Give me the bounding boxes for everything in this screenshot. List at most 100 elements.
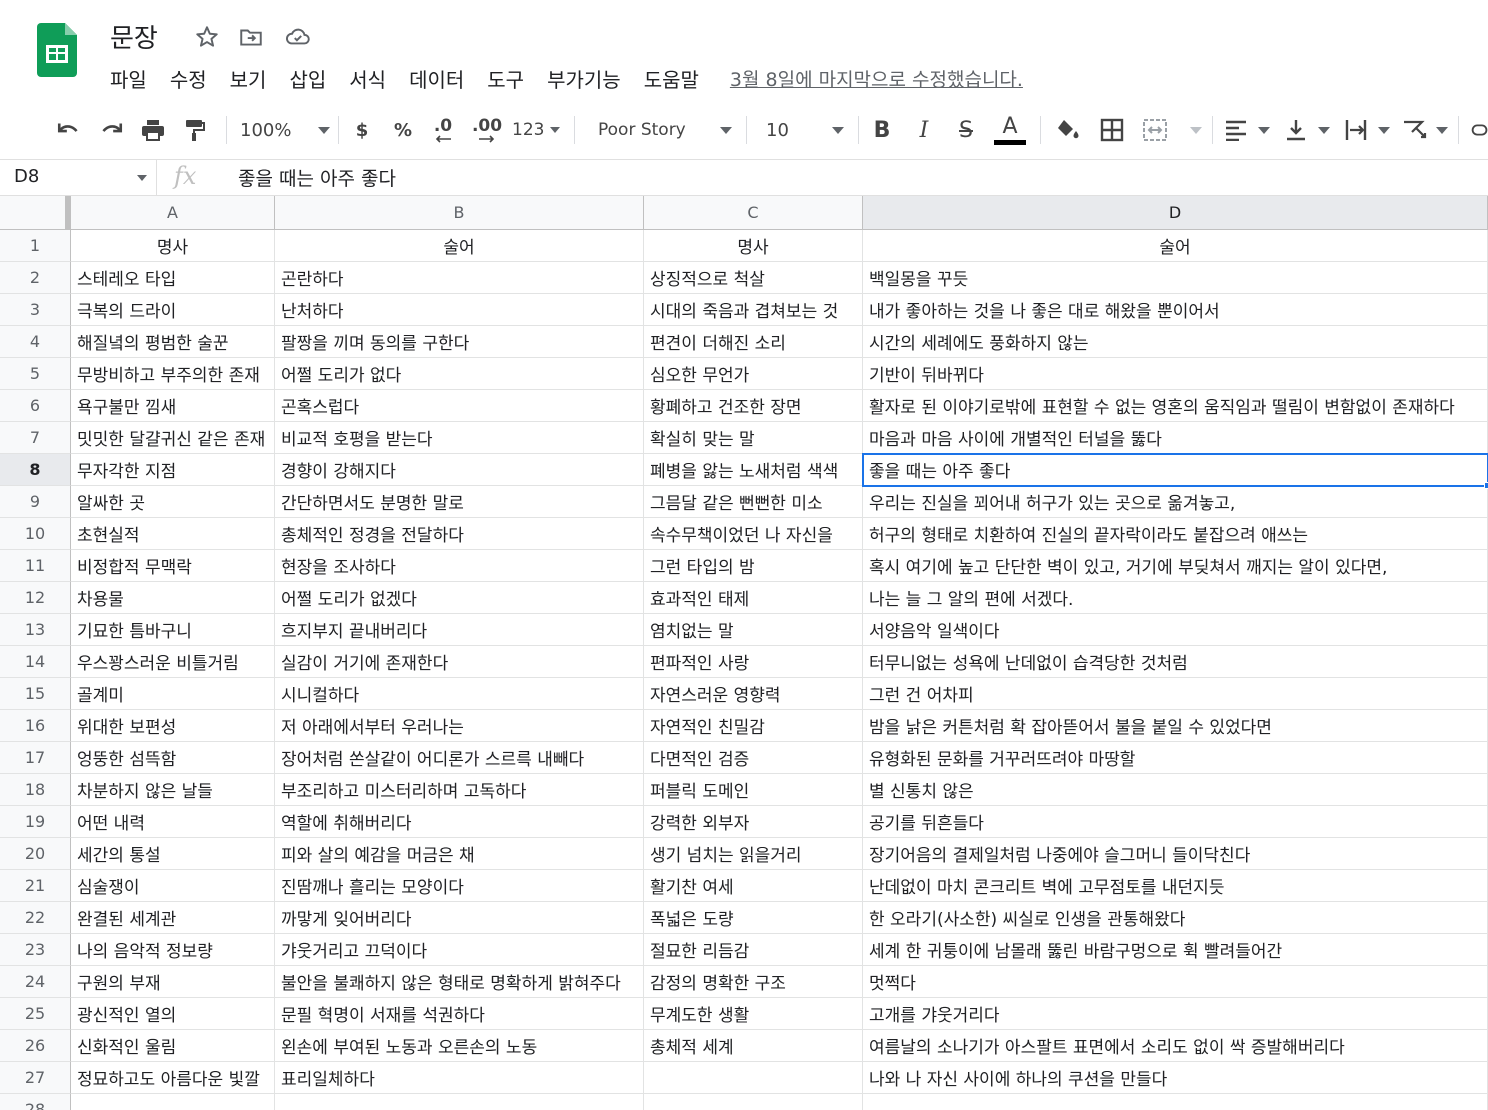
- horizontal-align-button[interactable]: [1224, 114, 1270, 146]
- row-header-5[interactable]: 5: [0, 358, 71, 390]
- row-header-24[interactable]: 24: [0, 966, 71, 998]
- decrease-decimal-button[interactable]: .0: [428, 114, 458, 146]
- row-header-16[interactable]: 16: [0, 710, 71, 742]
- cell-a12[interactable]: 차용물: [71, 582, 275, 614]
- cell-d20[interactable]: 장기어음의 결제일처럼 나중에야 슬그머니 들이닥친다: [863, 838, 1488, 870]
- cell-d5[interactable]: 기반이 뒤바뀌다: [863, 358, 1488, 390]
- cell-a9[interactable]: 알싸한 곳: [71, 486, 275, 518]
- row-header-22[interactable]: 22: [0, 902, 71, 934]
- last-edit-link[interactable]: 3월 8일에 마지막으로 수정했습니다.: [730, 65, 1023, 92]
- cell-c24[interactable]: 감정의 명확한 구조: [644, 966, 863, 998]
- column-header-a[interactable]: A: [71, 196, 275, 230]
- cell-b4[interactable]: 팔짱을 끼며 동의를 구한다: [275, 326, 644, 358]
- cell-b24[interactable]: 불안을 불쾌하지 않은 형태로 명확하게 밝혀주다: [275, 966, 644, 998]
- cell-d25[interactable]: 고개를 갸웃거리다: [863, 998, 1488, 1030]
- document-title[interactable]: 문장: [110, 18, 158, 55]
- cell-d1[interactable]: 술어: [863, 230, 1488, 262]
- bold-button[interactable]: B: [870, 114, 894, 146]
- row-header-10[interactable]: 10: [0, 518, 71, 550]
- cell-b11[interactable]: 현장을 조사하다: [275, 550, 644, 582]
- cell-d21[interactable]: 난데없이 마치 콘크리트 벽에 고무점토를 내던지듯: [863, 870, 1488, 902]
- cell-b1[interactable]: 술어: [275, 230, 644, 262]
- cell-d24[interactable]: 멋쩍다: [863, 966, 1488, 998]
- menu-data[interactable]: 데이터: [409, 64, 464, 93]
- cell-c4[interactable]: 편견이 더해진 소리: [644, 326, 863, 358]
- row-header-9[interactable]: 9: [0, 486, 71, 518]
- cell-c23[interactable]: 절묘한 리듬감: [644, 934, 863, 966]
- cell-b22[interactable]: 까맣게 잊어버리다: [275, 902, 644, 934]
- cell-c13[interactable]: 염치없는 말: [644, 614, 863, 646]
- cell-b20[interactable]: 피와 살의 예감을 머금은 채: [275, 838, 644, 870]
- cell-a10[interactable]: 초현실적: [71, 518, 275, 550]
- cell-a7[interactable]: 밋밋한 달걀귀신 같은 존재: [71, 422, 275, 454]
- cell-d17[interactable]: 유형화된 문화를 거꾸러뜨려야 마땅할: [863, 742, 1488, 774]
- zoom-select[interactable]: 100%: [240, 114, 330, 146]
- cell-c15[interactable]: 자연스러운 영향력: [644, 678, 863, 710]
- row-header-6[interactable]: 6: [0, 390, 71, 422]
- select-all-corner[interactable]: [0, 196, 71, 230]
- fill-handle[interactable]: [1484, 482, 1488, 489]
- cell-c11[interactable]: 그런 타입의 밤: [644, 550, 863, 582]
- row-header-2[interactable]: 2: [0, 262, 71, 294]
- undo-icon[interactable]: [54, 114, 84, 146]
- name-box[interactable]: D8: [0, 160, 157, 196]
- cell-d9[interactable]: 우리는 진실을 꾀어내 허구가 있는 곳으로 옮겨놓고,: [863, 486, 1488, 518]
- cell-a17[interactable]: 엉뚱한 섬뜩함: [71, 742, 275, 774]
- row-header-27[interactable]: 27: [0, 1062, 71, 1094]
- cell-d12[interactable]: 나는 늘 그 알의 편에 서겠다.: [863, 582, 1488, 614]
- cell-a25[interactable]: 광신적인 열의: [71, 998, 275, 1030]
- print-icon[interactable]: [138, 114, 168, 146]
- cloud-saved-icon[interactable]: [284, 24, 310, 50]
- cell-a6[interactable]: 욕구불만 낌새: [71, 390, 275, 422]
- cell-c3[interactable]: 시대의 죽음과 겹쳐보는 것: [644, 294, 863, 326]
- cell-b3[interactable]: 난처하다: [275, 294, 644, 326]
- cell-c5[interactable]: 심오한 무언가: [644, 358, 863, 390]
- row-header-7[interactable]: 7: [0, 422, 71, 454]
- cell-d28[interactable]: [863, 1094, 1488, 1110]
- row-header-17[interactable]: 17: [0, 742, 71, 774]
- text-rotate-button[interactable]: [1402, 114, 1448, 146]
- row-header-14[interactable]: 14: [0, 646, 71, 678]
- vertical-align-button[interactable]: [1284, 114, 1330, 146]
- row-header-21[interactable]: 21: [0, 870, 71, 902]
- row-header-26[interactable]: 26: [0, 1030, 71, 1062]
- row-header-1[interactable]: 1: [0, 230, 71, 262]
- cell-c14[interactable]: 편파적인 사랑: [644, 646, 863, 678]
- row-header-15[interactable]: 15: [0, 678, 71, 710]
- cell-d7[interactable]: 마음과 마음 사이에 개별적인 터널을 뚫다: [863, 422, 1488, 454]
- cell-a23[interactable]: 나의 음악적 정보량: [71, 934, 275, 966]
- cell-d23[interactable]: 세계 한 귀퉁이에 남몰래 뚫린 바람구멍으로 휙 빨려들어간: [863, 934, 1488, 966]
- cell-c8[interactable]: 폐병을 앓는 노새처럼 색색: [644, 454, 863, 486]
- redo-icon[interactable]: [96, 114, 126, 146]
- cell-d6[interactable]: 활자로 된 이야기로밖에 표현할 수 없는 영혼의 움직임과 떨림이 변함없이 …: [863, 390, 1488, 422]
- menu-help[interactable]: 도움말: [644, 64, 699, 93]
- column-header-c[interactable]: C: [644, 196, 863, 230]
- cell-c12[interactable]: 효과적인 태제: [644, 582, 863, 614]
- menu-insert[interactable]: 삽입: [289, 64, 326, 93]
- cell-b21[interactable]: 진땀깨나 흘리는 모양이다: [275, 870, 644, 902]
- cell-b10[interactable]: 총체적인 정경을 전달하다: [275, 518, 644, 550]
- cell-c22[interactable]: 폭넓은 도량: [644, 902, 863, 934]
- paint-format-icon[interactable]: [180, 114, 210, 146]
- cell-c20[interactable]: 생기 넘치는 읽을거리: [644, 838, 863, 870]
- cell-b23[interactable]: 갸웃거리고 끄덕이다: [275, 934, 644, 966]
- row-header-18[interactable]: 18: [0, 774, 71, 806]
- cell-a5[interactable]: 무방비하고 부주의한 존재: [71, 358, 275, 390]
- row-header-23[interactable]: 23: [0, 934, 71, 966]
- row-header-20[interactable]: 20: [0, 838, 71, 870]
- cell-c16[interactable]: 자연적인 친밀감: [644, 710, 863, 742]
- cell-d16[interactable]: 밤을 낡은 커튼처럼 확 잡아뜯어서 불을 붙일 수 있었다면: [863, 710, 1488, 742]
- cell-a13[interactable]: 기묘한 틈바구니: [71, 614, 275, 646]
- italic-button[interactable]: I: [912, 114, 936, 146]
- row-header-3[interactable]: 3: [0, 294, 71, 326]
- cell-d26[interactable]: 여름날의 소나기가 아스팔트 표면에서 소리도 없이 싹 증발해버리다: [863, 1030, 1488, 1062]
- menu-file[interactable]: 파일: [110, 64, 147, 93]
- font-size-select[interactable]: 10: [766, 114, 844, 146]
- cell-d19[interactable]: 공기를 뒤흔들다: [863, 806, 1488, 838]
- row-header-25[interactable]: 25: [0, 998, 71, 1030]
- borders-icon[interactable]: [1098, 114, 1126, 146]
- increase-decimal-button[interactable]: .00: [470, 114, 504, 146]
- cell-d22[interactable]: 한 오라기(사소한) 씨실로 인생을 관통해왔다: [863, 902, 1488, 934]
- cell-c2[interactable]: 상징적으로 척살: [644, 262, 863, 294]
- cell-c19[interactable]: 강력한 외부자: [644, 806, 863, 838]
